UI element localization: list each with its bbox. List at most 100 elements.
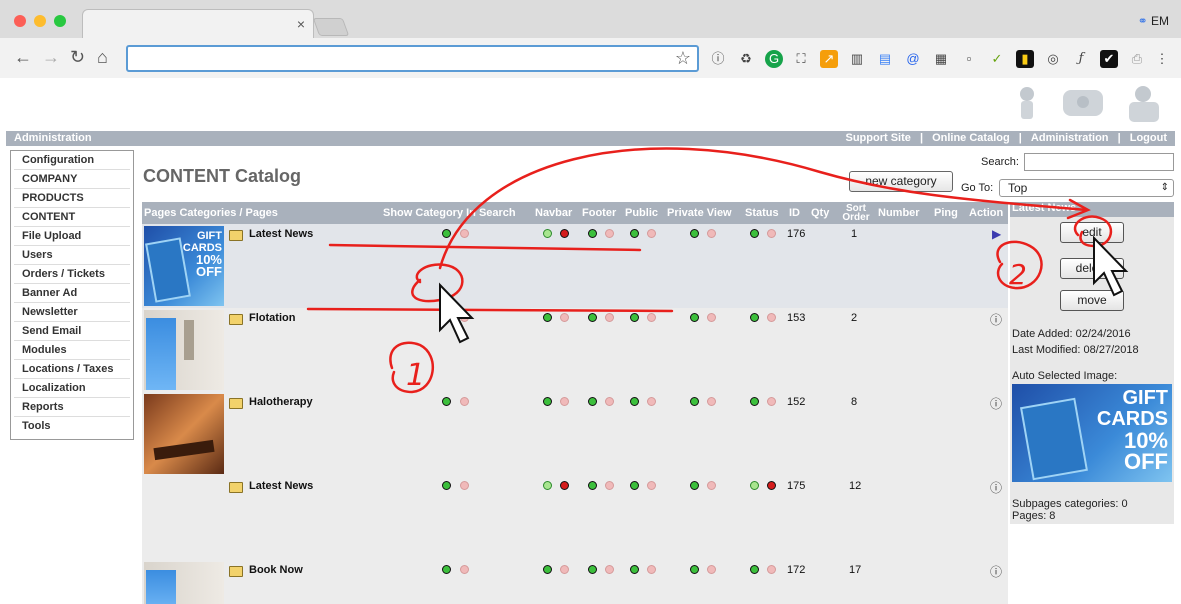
function-extension-icon[interactable]: ƒ xyxy=(1072,50,1090,68)
profile-badge[interactable]: ⚭ EM xyxy=(1138,14,1169,28)
info-icon[interactable]: ⓘ xyxy=(990,311,1002,328)
navbar-off-dot-icon[interactable] xyxy=(560,313,569,322)
search-on-dot-icon[interactable] xyxy=(442,397,451,406)
search-on-dot-icon[interactable] xyxy=(442,481,451,490)
footer-off-dot-icon[interactable] xyxy=(605,229,614,238)
goto-select[interactable]: Top ⇕ xyxy=(999,179,1174,197)
browser-menu-icon[interactable]: ⋮ xyxy=(1153,50,1171,68)
sidebar-item-newsletter[interactable]: Newsletter xyxy=(14,303,130,322)
info-icon[interactable]: ⓘ xyxy=(990,479,1002,496)
minimize-window-button[interactable] xyxy=(34,15,46,27)
public-on-dot-icon[interactable] xyxy=(630,229,639,238)
search-input[interactable] xyxy=(1024,153,1174,171)
footer-on-dot-icon[interactable] xyxy=(588,481,597,490)
private-on-dot-icon[interactable] xyxy=(690,229,699,238)
search-off-dot-icon[interactable] xyxy=(460,397,469,406)
footer-on-dot-icon[interactable] xyxy=(588,565,597,574)
public-on-dot-icon[interactable] xyxy=(630,313,639,322)
grammarly-extension-icon[interactable]: G xyxy=(765,50,783,68)
footer-off-dot-icon[interactable] xyxy=(605,397,614,406)
address-bar[interactable]: ☆ xyxy=(126,45,699,72)
chart-extension-icon[interactable]: ↗ xyxy=(820,50,838,68)
public-off-dot-icon[interactable] xyxy=(647,565,656,574)
sidebar-item-banner-ad[interactable]: Banner Ad xyxy=(14,284,130,303)
screenshot-extension-icon[interactable]: ⛶ xyxy=(792,50,810,68)
sidebar-item-file-upload[interactable]: File Upload xyxy=(14,227,130,246)
navbar-off-dot-icon[interactable] xyxy=(560,397,569,406)
search-off-dot-icon[interactable] xyxy=(460,229,469,238)
navbar-on-dot-icon[interactable] xyxy=(543,397,552,406)
navbar-on-dot-icon[interactable] xyxy=(543,313,552,322)
move-button[interactable]: move xyxy=(1060,290,1124,311)
browser-tab[interactable]: × xyxy=(82,9,314,39)
reload-icon[interactable]: ↻ xyxy=(70,47,85,68)
status-on-dot-icon[interactable] xyxy=(750,565,759,574)
home-icon[interactable]: ⌂ xyxy=(97,47,108,68)
private-off-dot-icon[interactable] xyxy=(707,229,716,238)
private-off-dot-icon[interactable] xyxy=(707,565,716,574)
sidebar-item-localization[interactable]: Localization xyxy=(14,379,130,398)
at-extension-icon[interactable]: @ xyxy=(904,50,922,68)
search-on-dot-icon[interactable] xyxy=(442,565,451,574)
table-row[interactable]: Latest News 175 12 ⓘ xyxy=(142,476,1008,560)
public-on-dot-icon[interactable] xyxy=(630,397,639,406)
sidebar-item-content[interactable]: CONTENT xyxy=(14,208,130,227)
link-support-site[interactable]: Support Site xyxy=(845,132,910,144)
search-off-dot-icon[interactable] xyxy=(460,313,469,322)
private-off-dot-icon[interactable] xyxy=(707,313,716,322)
footer-off-dot-icon[interactable] xyxy=(605,565,614,574)
status-on-dot-icon[interactable] xyxy=(750,313,759,322)
info-icon[interactable]: ⓘ xyxy=(990,563,1002,580)
row-name-link[interactable]: Halotherapy xyxy=(249,396,313,408)
sidebar-item-users[interactable]: Users xyxy=(14,246,130,265)
sidebar-item-modules[interactable]: Modules xyxy=(14,341,130,360)
tab-close-icon[interactable]: × xyxy=(297,16,305,32)
status-off-dot-icon[interactable] xyxy=(767,565,776,574)
navbar-on-dot-icon[interactable] xyxy=(543,481,552,490)
maximize-window-button[interactable] xyxy=(54,15,66,27)
delete-button[interactable]: delete xyxy=(1060,258,1124,279)
forward-arrow-icon[interactable]: → xyxy=(42,47,60,68)
private-off-dot-icon[interactable] xyxy=(707,397,716,406)
navbar-off-dot-icon[interactable] xyxy=(560,481,569,490)
link-administration[interactable]: Administration xyxy=(1031,132,1109,144)
status-off-dot-icon[interactable] xyxy=(767,229,776,238)
private-on-dot-icon[interactable] xyxy=(690,481,699,490)
sidebar-item-send-email[interactable]: Send Email xyxy=(14,322,130,341)
status-on-dot-icon[interactable] xyxy=(750,229,759,238)
navbar-on-dot-icon[interactable] xyxy=(543,229,552,238)
sidebar-item-locations-taxes[interactable]: Locations / Taxes xyxy=(14,360,130,379)
list-extension-icon[interactable]: ▤ xyxy=(876,50,894,68)
footer-off-dot-icon[interactable] xyxy=(605,481,614,490)
table-row[interactable]: Flotation 153 2 ⓘ xyxy=(142,308,1008,392)
table-row[interactable]: Book Now 172 17 ⓘ xyxy=(142,560,1008,604)
edit-button[interactable]: edit xyxy=(1060,222,1124,243)
link-online-catalog[interactable]: Online Catalog xyxy=(932,132,1010,144)
row-name-link[interactable]: Flotation xyxy=(249,312,295,324)
sidebar-item-products[interactable]: PRODUCTS xyxy=(14,189,130,208)
row-name-link[interactable]: Book Now xyxy=(249,564,303,576)
check-extension-icon[interactable]: ✔ xyxy=(1100,50,1118,68)
status-off-dot-icon[interactable] xyxy=(767,481,776,490)
public-off-dot-icon[interactable] xyxy=(647,229,656,238)
navbar-on-dot-icon[interactable] xyxy=(543,565,552,574)
public-on-dot-icon[interactable] xyxy=(630,481,639,490)
footer-on-dot-icon[interactable] xyxy=(588,229,597,238)
status-off-dot-icon[interactable] xyxy=(767,397,776,406)
public-off-dot-icon[interactable] xyxy=(647,397,656,406)
bookmark-star-icon[interactable]: ☆ xyxy=(675,48,691,69)
navbar-off-dot-icon[interactable] xyxy=(560,565,569,574)
status-on-dot-icon[interactable] xyxy=(750,481,759,490)
close-window-button[interactable] xyxy=(14,15,26,27)
back-arrow-icon[interactable]: ← xyxy=(14,47,32,68)
abc-spell-extension-icon[interactable]: ✓ xyxy=(988,50,1006,68)
sidebar-item-reports[interactable]: Reports xyxy=(14,398,130,417)
public-on-dot-icon[interactable] xyxy=(630,565,639,574)
note-extension-icon[interactable]: ▦ xyxy=(932,50,950,68)
sidebar-item-configuration[interactable]: Configuration xyxy=(14,151,130,170)
print-extension-icon[interactable]: ⎙ xyxy=(1128,50,1146,68)
table-row[interactable]: GIFT CARDS 10% OFF Latest News 176 1 ▶ xyxy=(142,224,1008,308)
footer-off-dot-icon[interactable] xyxy=(605,313,614,322)
highlight-extension-icon[interactable]: ▮ xyxy=(1016,50,1034,68)
public-off-dot-icon[interactable] xyxy=(647,313,656,322)
